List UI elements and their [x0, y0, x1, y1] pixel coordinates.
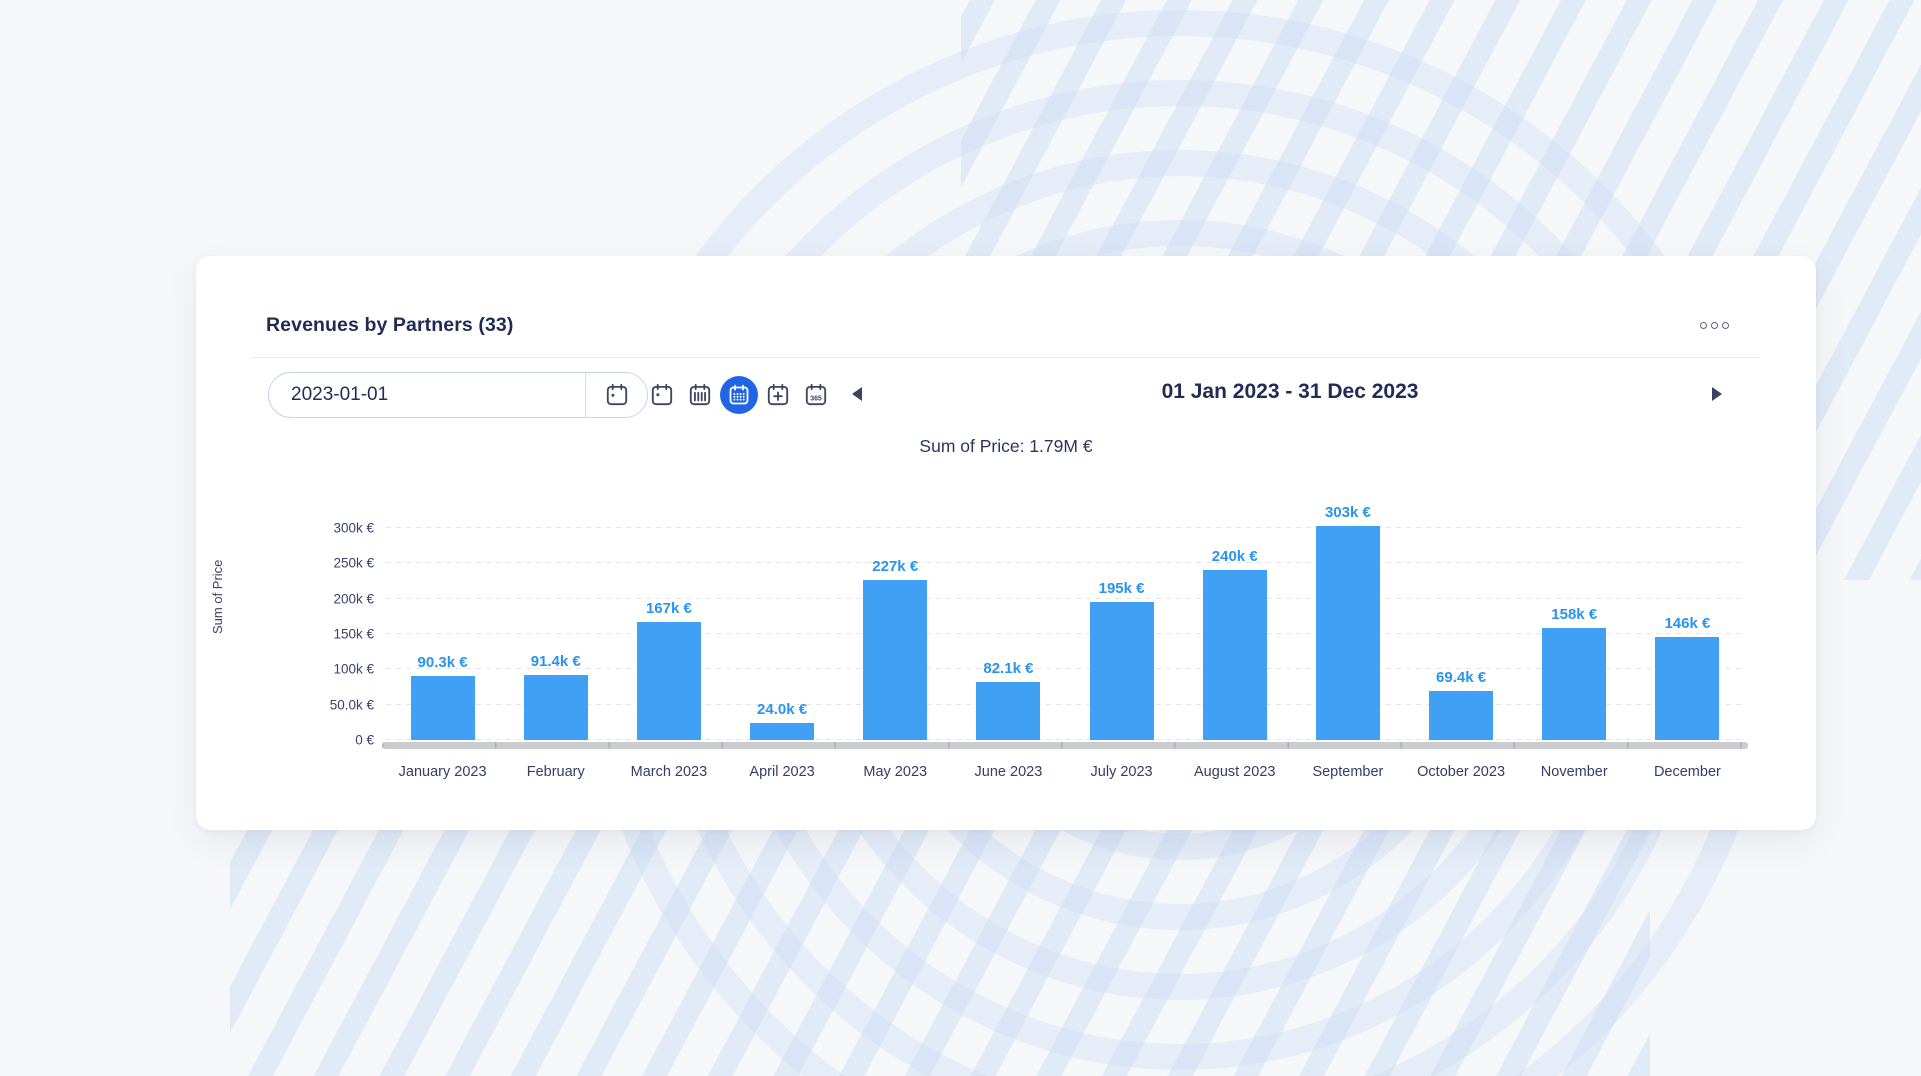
bar-value-label: 303k €	[1325, 504, 1371, 521]
bar-column: 69.4k €October 2023	[1405, 669, 1518, 740]
triangle-left-icon	[852, 387, 862, 401]
bar[interactable]	[1203, 570, 1267, 740]
x-axis-label: September	[1291, 764, 1404, 780]
view-day-button[interactable]	[644, 377, 680, 413]
bar-value-label: 69.4k €	[1436, 669, 1486, 686]
view-year-button[interactable]: 365	[798, 377, 834, 413]
x-axis-label: December	[1631, 764, 1744, 780]
gridline	[386, 562, 1744, 563]
y-axis-title: Sum of Price	[210, 512, 228, 682]
x-axis-label: February	[499, 764, 612, 780]
calendar-add-icon	[765, 382, 791, 408]
bar-value-label: 90.3k €	[418, 654, 468, 671]
bar[interactable]	[1429, 691, 1493, 740]
y-axis-tick-label: 300k €	[254, 521, 374, 536]
bar[interactable]	[863, 580, 927, 740]
bar[interactable]	[524, 675, 588, 740]
header-divider	[252, 357, 1760, 358]
calendar-day-icon	[649, 382, 675, 408]
view-month-button[interactable]	[720, 376, 758, 414]
triangle-right-icon	[1712, 387, 1722, 401]
prev-period-button[interactable]	[842, 378, 872, 410]
bar-column: 227k €May 2023	[839, 558, 952, 740]
y-axis-tick-label: 0 €	[254, 733, 374, 748]
bar-column: 24.0k €April 2023	[726, 701, 839, 740]
view-switcher: 365	[644, 376, 834, 414]
card-title: Revenues by Partners (33)	[266, 314, 513, 337]
bar-column: 303k €September	[1291, 504, 1404, 740]
x-axis-label: July 2023	[1065, 764, 1178, 780]
y-axis-tick-label: 50.0k €	[254, 697, 374, 712]
bar[interactable]	[637, 622, 701, 740]
dot-icon	[1711, 322, 1718, 329]
calendar-month-icon	[727, 383, 751, 407]
bar-value-label: 158k €	[1551, 606, 1597, 623]
y-axis-tick-label: 150k €	[254, 627, 374, 642]
bar[interactable]	[1090, 602, 1154, 740]
view-custom-button[interactable]	[760, 377, 796, 413]
bar-value-label: 146k €	[1664, 615, 1710, 632]
x-axis-label: June 2023	[952, 764, 1065, 780]
calendar-week-icon	[687, 382, 713, 408]
bar-column: 240k €August 2023	[1178, 548, 1291, 740]
bar-column: 167k €March 2023	[612, 600, 725, 740]
bar-value-label: 227k €	[872, 558, 918, 575]
revenues-by-partners-card: Revenues by Partners (33)	[196, 256, 1816, 830]
x-axis-label: January 2023	[386, 764, 499, 780]
chart-toolbar: 365 01 Jan 2023 - 31 Dec 2023	[196, 372, 1816, 418]
date-picker-button[interactable]	[585, 373, 647, 417]
x-axis-label: August 2023	[1178, 764, 1291, 780]
x-axis-label: April 2023	[726, 764, 839, 780]
bar-column: 146k €December	[1631, 615, 1744, 740]
bar-column: 91.4k €February	[499, 653, 612, 740]
x-axis-label: November	[1518, 764, 1631, 780]
x-axis-label: May 2023	[839, 764, 952, 780]
bar-column: 158k €November	[1518, 606, 1631, 740]
chart-summary: Sum of Price: 1.79M €	[252, 436, 1760, 457]
bar[interactable]	[976, 682, 1040, 740]
y-axis-tick-label: 100k €	[254, 662, 374, 677]
next-period-button[interactable]	[1702, 378, 1732, 410]
bar-value-label: 91.4k €	[531, 653, 581, 670]
x-axis-label: October 2023	[1405, 764, 1518, 780]
date-input[interactable]	[269, 373, 585, 417]
more-options-button[interactable]	[1696, 318, 1733, 333]
bar-column: 195k €July 2023	[1065, 580, 1178, 740]
bar[interactable]	[1655, 637, 1719, 740]
date-range-label: 01 Jan 2023 - 31 Dec 2023	[956, 380, 1624, 404]
x-axis-label: March 2023	[612, 764, 725, 780]
calendar-year-365-icon: 365	[803, 382, 829, 408]
bar[interactable]	[750, 723, 814, 740]
bar-value-label: 24.0k €	[757, 701, 807, 718]
gridline	[386, 527, 1744, 528]
view-week-button[interactable]	[682, 377, 718, 413]
bar-column: 82.1k €June 2023	[952, 660, 1065, 740]
bar-value-label: 195k €	[1099, 580, 1145, 597]
bar-value-label: 82.1k €	[983, 660, 1033, 677]
y-axis-tick-label: 200k €	[254, 591, 374, 606]
bar[interactable]	[1316, 526, 1380, 740]
bar-value-label: 167k €	[646, 600, 692, 617]
bar[interactable]	[1542, 628, 1606, 740]
y-axis-tick-label: 250k €	[254, 556, 374, 571]
bar[interactable]	[411, 676, 475, 740]
svg-text:365: 365	[810, 395, 822, 402]
calendar-icon	[604, 382, 630, 408]
bar-column: 90.3k €January 2023	[386, 654, 499, 740]
bar-value-label: 240k €	[1212, 548, 1258, 565]
date-input-group	[268, 372, 648, 418]
dot-icon	[1700, 322, 1707, 329]
revenue-bar-chart: Sum of Price 0 €50.0k €100k €150k €200k …	[386, 496, 1744, 740]
x-axis-scrollbar[interactable]	[382, 742, 1748, 749]
dot-icon	[1722, 322, 1729, 329]
